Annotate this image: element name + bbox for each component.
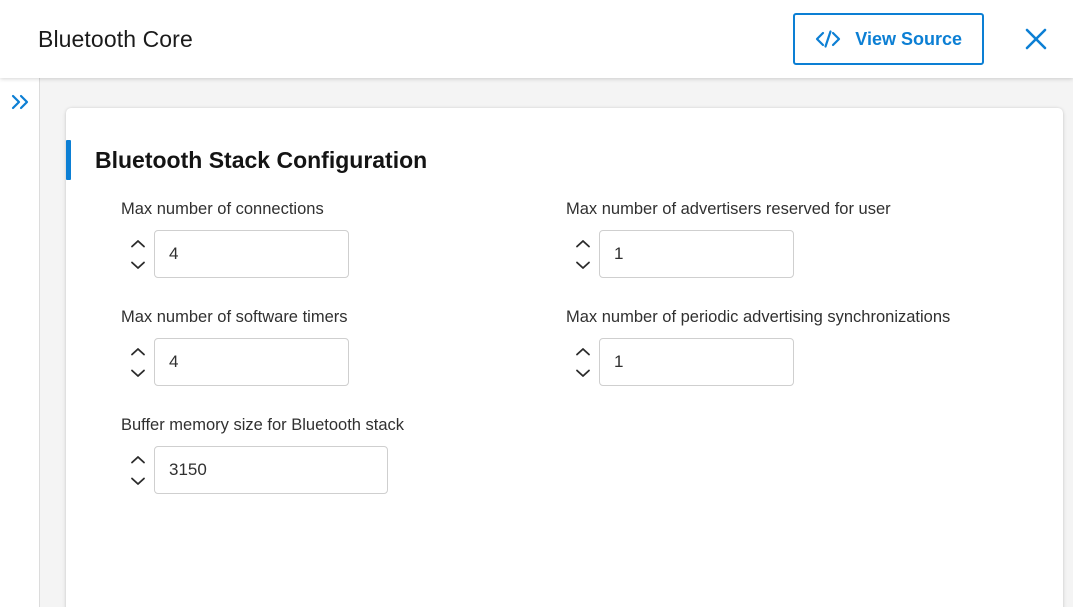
stepper-decrement-button[interactable] <box>126 257 150 272</box>
section-header: Bluetooth Stack Configuration <box>66 140 427 180</box>
field-max-number-of-connections: Max number of connections <box>121 200 566 278</box>
number-stepper <box>566 338 1026 386</box>
field-label: Buffer memory size for Bluetooth stack <box>121 416 566 435</box>
stepper-arrows <box>566 338 599 386</box>
stepper-decrement-button[interactable] <box>571 257 595 272</box>
field-max-number-of-periodic-advertising-synchronizations: Max number of periodic advertising synch… <box>566 308 1026 386</box>
left-rail <box>0 78 40 607</box>
buffer-memory-size-for-bluetooth-stack-input[interactable] <box>154 446 388 494</box>
field-buffer-memory-size-for-bluetooth-stack: Buffer memory size for Bluetooth stack <box>121 416 566 494</box>
stepper-decrement-button[interactable] <box>126 473 150 488</box>
max-number-of-software-timers-input[interactable] <box>154 338 349 386</box>
view-source-label: View Source <box>855 29 962 50</box>
field-max-number-of-advertisers-reserved-for-user: Max number of advertisers reserved for u… <box>566 200 1026 278</box>
configuration-form: Max number of connections <box>121 200 1051 524</box>
chevron-down-icon <box>130 260 146 270</box>
number-stepper <box>121 446 566 494</box>
expand-sidebar-button[interactable] <box>8 90 32 114</box>
stepper-increment-button[interactable] <box>126 344 150 359</box>
dialog-body: Bluetooth Stack Configuration Max number… <box>0 78 1073 607</box>
stepper-decrement-button[interactable] <box>126 365 150 380</box>
stepper-arrows <box>566 230 599 278</box>
close-button[interactable] <box>1014 17 1058 61</box>
max-number-of-connections-input[interactable] <box>154 230 349 278</box>
bluetooth-stack-configuration-card: Bluetooth Stack Configuration Max number… <box>66 108 1063 607</box>
max-number-of-advertisers-reserved-for-user-input[interactable] <box>599 230 794 278</box>
stepper-arrows <box>121 338 154 386</box>
stepper-increment-button[interactable] <box>571 236 595 251</box>
chevron-down-icon <box>130 476 146 486</box>
close-x-icon <box>1021 24 1051 54</box>
chevron-up-icon <box>130 455 146 465</box>
double-chevron-right-icon <box>10 93 30 111</box>
page-title: Bluetooth Core <box>38 26 193 53</box>
field-label: Max number of periodic advertising synch… <box>566 308 1026 327</box>
bluetooth-core-dialog: Bluetooth Core View Source <box>0 0 1073 607</box>
chevron-up-icon <box>130 347 146 357</box>
field-label: Max number of software timers <box>121 308 566 327</box>
stepper-increment-button[interactable] <box>571 344 595 359</box>
chevron-up-icon <box>130 239 146 249</box>
code-brackets-icon <box>815 27 841 51</box>
stepper-arrows <box>121 446 154 494</box>
number-stepper <box>566 230 1026 278</box>
max-number-of-periodic-advertising-synchronizations-input[interactable] <box>599 338 794 386</box>
stepper-decrement-button[interactable] <box>571 365 595 380</box>
chevron-down-icon <box>130 368 146 378</box>
content-scroll-pane[interactable]: Bluetooth Stack Configuration Max number… <box>41 78 1073 607</box>
chevron-down-icon <box>575 368 591 378</box>
form-row: Max number of connections <box>121 200 1051 278</box>
chevron-down-icon <box>575 260 591 270</box>
section-title: Bluetooth Stack Configuration <box>95 147 427 174</box>
stepper-increment-button[interactable] <box>126 452 150 467</box>
chevron-up-icon <box>575 239 591 249</box>
section-accent-bar <box>66 140 71 180</box>
number-stepper <box>121 338 566 386</box>
view-source-button[interactable]: View Source <box>793 13 984 65</box>
stepper-arrows <box>121 230 154 278</box>
chevron-up-icon <box>575 347 591 357</box>
field-label: Max number of connections <box>121 200 566 219</box>
field-max-number-of-software-timers: Max number of software timers <box>121 308 566 386</box>
field-label: Max number of advertisers reserved for u… <box>566 200 1026 219</box>
dialog-header: Bluetooth Core View Source <box>0 0 1073 78</box>
form-row: Max number of software timers <box>121 308 1051 386</box>
stepper-increment-button[interactable] <box>126 236 150 251</box>
form-row: Buffer memory size for Bluetooth stack <box>121 416 1051 494</box>
number-stepper <box>121 230 566 278</box>
